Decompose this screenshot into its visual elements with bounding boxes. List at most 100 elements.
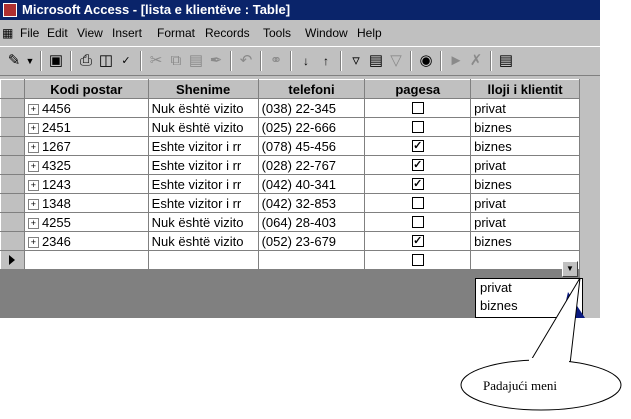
- view-icon[interactable]: ✎: [4, 51, 24, 71]
- cell-kodi-postar[interactable]: +2451: [23, 117, 149, 137]
- table-row[interactable]: +4456 Nuk është vizito (038) 22-345 privat: [0, 98, 580, 118]
- menu-view[interactable]: View: [77, 22, 103, 44]
- print-preview-icon[interactable]: ◫: [96, 51, 116, 71]
- format-painter-icon[interactable]: ✒: [206, 51, 226, 71]
- cell-pagesa[interactable]: ✓: [364, 155, 472, 175]
- cell-lloji[interactable]: privat: [470, 193, 580, 213]
- cell-kodi-postar[interactable]: +1348: [23, 193, 149, 213]
- cell-pagesa[interactable]: [364, 117, 472, 137]
- menu-insert[interactable]: Insert: [112, 22, 142, 44]
- cell-lloji[interactable]: biznes: [470, 174, 580, 194]
- cell-telefoni[interactable]: (028) 22-767: [257, 155, 366, 175]
- menu-format[interactable]: Format: [157, 22, 195, 44]
- pagesa-checkbox[interactable]: [411, 216, 424, 228]
- record-selector[interactable]: [0, 250, 25, 270]
- record-selector[interactable]: [0, 155, 25, 175]
- combobox-dropdown-button[interactable]: ▼: [562, 261, 578, 277]
- table-row[interactable]: +1267 Eshte vizitor i rr (078) 45-456 ✓ bizn…: [0, 136, 580, 156]
- pagesa-checkbox[interactable]: ✓: [411, 178, 424, 190]
- cell-pagesa[interactable]: ✓: [364, 136, 472, 156]
- record-selector[interactable]: [0, 136, 25, 156]
- cell-kodi-postar[interactable]: +4456: [23, 98, 149, 118]
- expand-plus-icon[interactable]: +: [27, 160, 39, 172]
- pagesa-checkbox[interactable]: [411, 254, 424, 266]
- table-row[interactable]: +1348 Eshte vizitor i rr (042) 32-853 priva…: [0, 193, 580, 213]
- expand-plus-icon[interactable]: +: [27, 141, 39, 153]
- record-selector[interactable]: [0, 231, 25, 251]
- dropdown-arrow-icon[interactable]: ▼: [24, 51, 36, 71]
- expand-plus-icon[interactable]: +: [27, 236, 39, 248]
- dropdown-option-biznes[interactable]: biznes: [476, 297, 582, 315]
- table-row[interactable]: +1243 Eshte vizitor i rr (042) 40-341 ✓ bizn…: [0, 174, 580, 194]
- cell-telefoni[interactable]: (052) 23-679: [257, 231, 366, 251]
- record-selector[interactable]: [0, 117, 25, 137]
- pagesa-checkbox[interactable]: ✓: [411, 159, 424, 171]
- pagesa-checkbox[interactable]: [411, 197, 424, 209]
- column-header-shenime[interactable]: Shenime: [147, 79, 259, 99]
- spelling-icon[interactable]: ✓: [116, 51, 136, 71]
- cell-telefoni[interactable]: (025) 22-666: [257, 117, 366, 137]
- pagesa-checkbox[interactable]: [411, 102, 424, 114]
- cell-telefoni[interactable]: (064) 28-403: [257, 212, 366, 232]
- cell-kodi-postar[interactable]: +1267: [23, 136, 149, 156]
- cell-shenime[interactable]: Eshte vizitor i rr: [147, 193, 259, 213]
- select-all-corner[interactable]: [0, 79, 25, 99]
- pagesa-checkbox[interactable]: ✓: [411, 140, 424, 152]
- cell-kodi-postar[interactable]: +4255: [23, 212, 149, 232]
- copy-icon[interactable]: ⧉: [166, 51, 186, 71]
- delete-record-icon[interactable]: ✗: [466, 51, 486, 71]
- table-row[interactable]: +4325 Eshte vizitor i rr (028) 22-767 ✓ priv…: [0, 155, 580, 175]
- expand-plus-icon[interactable]: +: [27, 103, 39, 115]
- dropdown-option-privat[interactable]: privat: [476, 279, 582, 297]
- expand-plus-icon[interactable]: +: [27, 198, 39, 210]
- filter-by-form-icon[interactable]: ▤: [366, 51, 386, 71]
- record-selector[interactable]: [0, 212, 25, 232]
- undo-icon[interactable]: ↶: [236, 51, 256, 71]
- sort-ascending-icon[interactable]: ↓: [296, 51, 316, 71]
- cell-telefoni[interactable]: (038) 22-345: [257, 98, 366, 118]
- cell-pagesa[interactable]: [364, 212, 472, 232]
- paste-icon[interactable]: ▤: [186, 51, 206, 71]
- properties-icon[interactable]: ▤: [496, 51, 516, 71]
- cell-telefoni[interactable]: (078) 45-456: [257, 136, 366, 156]
- cell-telefoni[interactable]: (042) 40-341: [257, 174, 366, 194]
- cell-lloji[interactable]: privat: [470, 98, 580, 118]
- cell-lloji[interactable]: biznes: [470, 117, 580, 137]
- column-header-lloji-i-klientit[interactable]: lloji i klientit: [470, 79, 580, 99]
- cell-shenime[interactable]: Eshte vizitor i rr: [147, 174, 259, 194]
- apply-filter-icon[interactable]: ▽: [386, 51, 406, 71]
- cell-kodi-postar[interactable]: +1243: [23, 174, 149, 194]
- menu-help[interactable]: Help: [357, 22, 382, 44]
- cell-shenime[interactable]: Nuk është vizito: [147, 231, 259, 251]
- access-app-icon[interactable]: [3, 3, 17, 17]
- new-record-icon[interactable]: ►: [446, 51, 466, 71]
- hyperlink-icon[interactable]: ⚭: [266, 51, 286, 71]
- record-selector[interactable]: [0, 193, 25, 213]
- cell-telefoni[interactable]: [257, 250, 366, 270]
- cell-telefoni[interactable]: (042) 32-853: [257, 193, 366, 213]
- menu-tools[interactable]: Tools: [263, 22, 291, 44]
- cell-pagesa[interactable]: ✓: [364, 174, 472, 194]
- sort-descending-icon[interactable]: ↑: [316, 51, 336, 71]
- column-header-pagesa[interactable]: pagesa: [364, 79, 472, 99]
- cell-shenime[interactable]: Nuk është vizito: [147, 212, 259, 232]
- expand-plus-icon[interactable]: +: [27, 217, 39, 229]
- print-icon[interactable]: ⎙: [76, 51, 96, 71]
- cell-kodi-postar[interactable]: +4325: [23, 155, 149, 175]
- find-icon[interactable]: ◉: [416, 51, 436, 71]
- cell-shenime[interactable]: Eshte vizitor i rr: [147, 155, 259, 175]
- cell-kodi-postar[interactable]: [23, 250, 149, 270]
- expand-plus-icon[interactable]: +: [27, 122, 39, 134]
- menu-edit[interactable]: Edit: [47, 22, 68, 44]
- new-record-row[interactable]: [0, 250, 580, 270]
- save-icon[interactable]: ▣: [46, 51, 66, 71]
- table-control-icon[interactable]: ▦: [2, 22, 13, 44]
- cell-pagesa[interactable]: ✓: [364, 231, 472, 251]
- column-header-telefoni[interactable]: telefoni: [257, 79, 366, 99]
- cell-shenime[interactable]: [147, 250, 259, 270]
- menu-window[interactable]: Window: [305, 22, 348, 44]
- cell-lloji[interactable]: privat: [470, 155, 580, 175]
- pagesa-checkbox[interactable]: ✓: [411, 235, 424, 247]
- table-row[interactable]: +2451 Nuk është vizito (025) 22-666 biznes: [0, 117, 580, 137]
- cell-kodi-postar[interactable]: +2346: [23, 231, 149, 251]
